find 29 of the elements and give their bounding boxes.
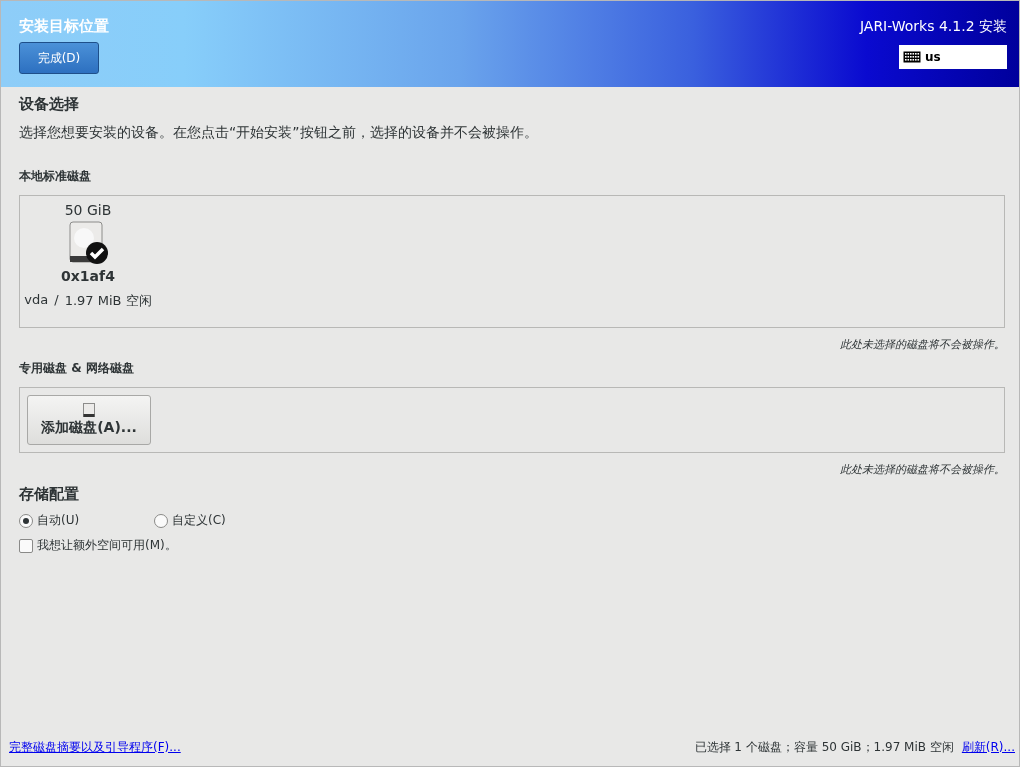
disk-free-space: 1.97 MiB 空闲 [64,292,152,310]
specialized-disks-heading: 专用磁盘 & 网络磁盘 [19,360,135,377]
checkbox-option[interactable]: 我想让额外空间可用(M)。 [19,537,177,554]
radio-option[interactable]: 自定义(C) [154,512,289,529]
radio-unselected[interactable] [154,513,168,528]
keyboard-icon [903,51,921,63]
disk-device: vda [24,292,49,309]
radio-option[interactable]: 自动(U) [19,512,154,529]
selection-status: 已选择 1 个磁盘；容量 50 GiB；1.97 MiB 空闲 [694,739,954,756]
refresh-link[interactable]: 刷新(R)... [961,739,1015,756]
section-description: 选择您想要安装的设备。在您点击“开始安装”按钮之前，选择的设备并不会被操作。 [19,124,539,142]
local-disks-heading: 本地标准磁盘 [19,168,92,185]
section-heading: 设备选择 [19,95,80,114]
hard-disk-checked-icon[interactable] [66,220,110,266]
storage-heading: 存储配置 [19,485,80,504]
separator-text: / [54,292,59,309]
disk-size: 50 GiB [64,202,112,218]
radio-selected[interactable] [19,513,33,528]
disk-note: 此处未选择的磁盘将不会被操作。 [840,337,1005,352]
done-button[interactable]: 完成(D) [19,42,99,74]
disk-name: 0x1af4 [61,268,115,284]
checkbox[interactable] [19,538,33,553]
product-title: JARI-Works 4.1.2 安装 [859,18,1007,36]
disk-note: 此处未选择的磁盘将不会被操作。 [840,462,1005,477]
keyboard-layout-label: us [925,50,941,64]
window-title: 安装目标位置 [19,17,109,36]
disk-summary-link[interactable]: 完整磁盘摘要以及引导程序(F)... [9,739,181,756]
keyboard-layout-field[interactable]: us [899,45,1007,69]
add-disk-button[interactable]: 添加磁盘(A)... [27,395,151,445]
